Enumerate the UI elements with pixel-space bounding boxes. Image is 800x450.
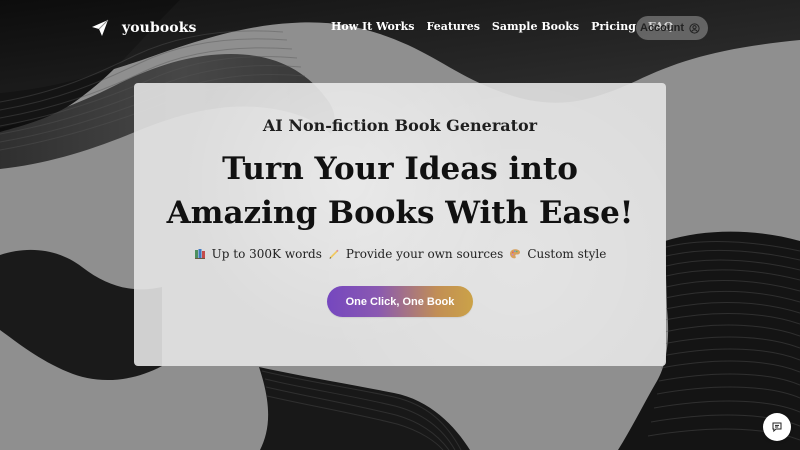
top-navigation: youbooks How It Works Features Sample Bo…	[0, 0, 800, 56]
brand-logo[interactable]: youbooks	[91, 16, 197, 40]
chat-icon	[771, 421, 783, 433]
feature-sources-label: Provide your own sources	[345, 247, 504, 261]
hero-card: AI Non-fiction Book Generator Turn Your …	[134, 83, 666, 366]
hero-title-line-2: Amazing Books With Ease!	[166, 195, 634, 231]
feature-item-sources: Provide your own sources	[328, 247, 503, 261]
pencil-icon	[328, 248, 340, 260]
account-button[interactable]: Account	[636, 16, 708, 40]
account-label: Account	[640, 22, 684, 34]
hero-title-line-1: Turn Your Ideas into	[222, 151, 578, 187]
nav-features[interactable]: Features	[427, 20, 480, 33]
user-circle-icon	[689, 22, 700, 34]
books-icon	[194, 248, 206, 260]
nav-how-it-works[interactable]: How It Works	[331, 20, 415, 33]
palette-icon	[509, 248, 521, 260]
chat-support-button[interactable]	[763, 413, 791, 441]
nav-sample-books[interactable]: Sample Books	[492, 20, 579, 33]
hero-title: Turn Your Ideas into Amazing Books With …	[134, 147, 666, 235]
feature-list: Up to 300K words Provide your own source…	[134, 247, 666, 261]
feature-item-style: Custom style	[509, 247, 606, 261]
landing-page: youbooks How It Works Features Sample Bo…	[0, 0, 800, 450]
feature-style-label: Custom style	[527, 247, 607, 261]
feature-item-word-count: Up to 300K words	[194, 247, 322, 261]
brand-name: youbooks	[122, 20, 197, 36]
nav-pricing[interactable]: Pricing	[591, 20, 636, 33]
main-nav: How It Works Features Sample Books Prici…	[331, 20, 673, 33]
one-click-book-button[interactable]: One Click, One Book	[327, 286, 473, 317]
paper-plane-icon	[91, 19, 109, 37]
hero-subtitle: AI Non-fiction Book Generator	[262, 116, 538, 135]
feature-word-count-label: Up to 300K words	[211, 247, 322, 261]
